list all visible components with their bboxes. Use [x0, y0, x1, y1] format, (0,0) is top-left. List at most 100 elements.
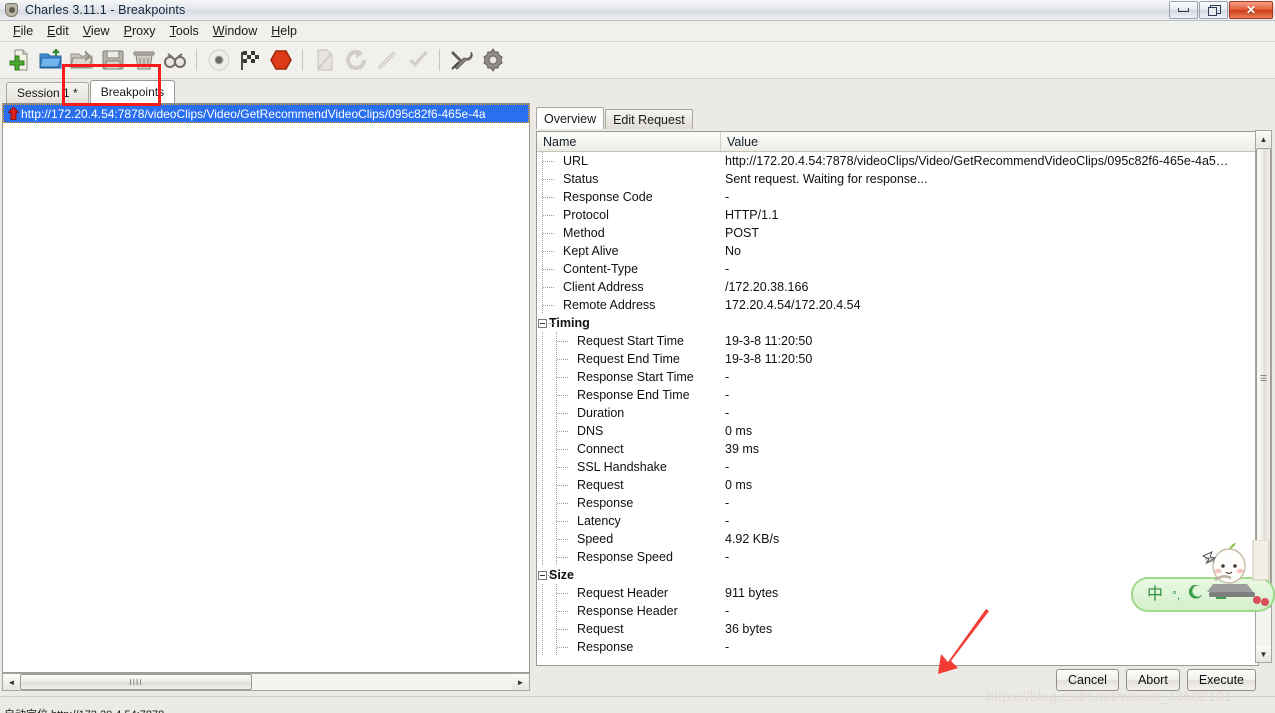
settings-gear-icon[interactable] — [478, 45, 507, 75]
row-name-label: Duration — [577, 406, 625, 420]
find-icon[interactable] — [160, 45, 189, 75]
menu-item-help[interactable]: Help — [264, 23, 304, 39]
table-row[interactable]: Connect 39 ms — [537, 440, 1258, 458]
row-name-label: SSL Handshake — [577, 460, 667, 474]
record-icon — [204, 45, 233, 75]
cancel-button[interactable]: Cancel — [1056, 668, 1119, 691]
menu-item-window[interactable]: Window — [206, 23, 264, 39]
ime-skin-shirt-icon[interactable] — [1213, 585, 1229, 604]
row-name-label: Request End Time — [577, 352, 680, 366]
table-row[interactable]: Response Code - — [537, 188, 1258, 206]
row-value-label: /172.20.38.166 — [725, 280, 809, 294]
row-name-label: Content-Type — [563, 262, 639, 276]
table-row[interactable]: Protocol HTTP/1.1 — [537, 206, 1258, 224]
session-tab-session-1[interactable]: Session 1 * — [6, 82, 89, 103]
table-row[interactable]: SSL Handshake - — [537, 458, 1258, 476]
tree-indent — [537, 422, 577, 440]
ime-mode-icon[interactable]: 中 — [1147, 586, 1163, 603]
clear-session-icon[interactable] — [129, 45, 158, 75]
table-row[interactable]: Status Sent request. Waiting for response… — [537, 170, 1258, 188]
table-row[interactable]: Request End Time 19-3-8 11:20:50 — [537, 350, 1258, 368]
execute-button[interactable]: Execute — [1186, 668, 1256, 691]
row-name-label: Response — [577, 640, 634, 654]
tree-indent — [537, 404, 577, 422]
table-row[interactable]: Timing — [537, 314, 1258, 332]
left-horizontal-scrollbar[interactable]: ◄ IIII ► — [2, 673, 530, 691]
menu-item-edit[interactable]: Edit — [40, 23, 76, 39]
table-row[interactable]: Remote Address 172.20.4.54/172.20.4.54 — [537, 296, 1258, 314]
ime-toolbar[interactable]: 中 °, — [1131, 577, 1275, 612]
vscroll-thumb[interactable]: ☰ — [1256, 148, 1271, 608]
tree-indent — [537, 224, 563, 242]
collapse-expander-icon[interactable] — [538, 319, 547, 328]
import-session-icon[interactable] — [67, 45, 96, 75]
hscroll-thumb[interactable]: IIII — [20, 674, 252, 690]
column-header-value: Value — [721, 132, 1258, 151]
table-row[interactable]: Duration - — [537, 404, 1258, 422]
abort-button[interactable]: Abort — [1125, 668, 1180, 691]
scroll-left-icon[interactable]: ◄ — [3, 674, 20, 690]
tree-indent — [537, 350, 577, 368]
table-row[interactable]: Method POST — [537, 224, 1258, 242]
throttle-icon[interactable] — [235, 45, 264, 75]
ime-moon-icon[interactable] — [1189, 584, 1204, 604]
menu-item-tools[interactable]: Tools — [163, 23, 206, 39]
tree-indent — [537, 530, 577, 548]
table-row[interactable]: Speed 4.92 KB/s — [537, 530, 1258, 548]
close-button[interactable]: ✕ — [1229, 1, 1273, 19]
table-row[interactable]: DNS 0 ms — [537, 422, 1258, 440]
new-session-icon[interactable] — [5, 45, 34, 75]
window-title: Charles 3.11.1 - Breakpoints — [25, 3, 186, 17]
row-value-label: http://172.20.4.54:7878/videoClips/Video… — [725, 154, 1229, 168]
collapse-expander-icon[interactable] — [538, 571, 547, 580]
tree-indent — [537, 476, 577, 494]
row-name-label: Response End Time — [577, 388, 690, 402]
table-row[interactable]: URL http://172.20.4.54:7878/videoClips/Vi… — [537, 152, 1258, 170]
request-list-panel[interactable]: http://172.20.4.54:7878/videoClips/Video… — [2, 103, 530, 673]
scroll-up-icon[interactable]: ▲ — [1256, 131, 1271, 147]
tree-indent — [537, 188, 563, 206]
scroll-right-icon[interactable]: ► — [512, 674, 529, 690]
table-header-row: Name Value — [537, 132, 1258, 152]
tree-indent — [537, 512, 577, 530]
hscroll-track[interactable]: IIII — [20, 674, 512, 690]
table-row[interactable]: Content-Type - — [537, 260, 1258, 278]
table-row[interactable]: Response End Time - — [537, 386, 1258, 404]
table-row[interactable]: Kept Alive No — [537, 242, 1258, 260]
session-tab-breakpoints[interactable]: Breakpoints — [89, 80, 176, 103]
table-row[interactable]: Response Start Time - — [537, 368, 1258, 386]
save-session-icon[interactable] — [98, 45, 127, 75]
table-row[interactable]: Latency - — [537, 512, 1258, 530]
compose-icon — [310, 45, 339, 75]
table-row[interactable]: Response - — [537, 494, 1258, 512]
minimize-button[interactable] — [1169, 1, 1198, 19]
table-row[interactable]: Client Address/172.20.38.166 — [537, 278, 1258, 296]
title-bar: Charles 3.11.1 - Breakpoints ✕ — [0, 0, 1275, 21]
row-name-label: Response — [577, 496, 634, 510]
tools-icon[interactable] — [447, 45, 476, 75]
restore-icon — [1208, 5, 1221, 16]
row-name-label: Response Speed — [577, 550, 673, 564]
tab-overview[interactable]: Overview — [536, 107, 605, 129]
table-row[interactable]: Response Speed - — [537, 548, 1258, 566]
row-name-label: Speed — [577, 532, 614, 546]
row-value-label: - — [725, 460, 730, 474]
restore-button[interactable] — [1199, 1, 1228, 19]
table-row[interactable]: Request Start Time 19-3-8 11:20:50 — [537, 332, 1258, 350]
tree-indent — [537, 566, 555, 584]
table-row[interactable]: Request 0 ms — [537, 476, 1258, 494]
table-row[interactable]: Request 36 bytes — [537, 620, 1258, 638]
open-session-icon[interactable] — [36, 45, 65, 75]
menu-item-file[interactable]: File — [6, 23, 40, 39]
table-row[interactable]: Response - — [537, 638, 1258, 656]
menu-item-proxy[interactable]: Proxy — [117, 23, 163, 39]
row-value-label: - — [725, 496, 730, 510]
row-value-label: - — [725, 406, 730, 420]
row-value-label: Sent request. Waiting for response... — [725, 172, 928, 186]
ime-punct-icon[interactable]: °, — [1172, 589, 1180, 601]
scroll-down-icon[interactable]: ▼ — [1256, 646, 1271, 662]
tab-edit-request[interactable]: Edit Request — [605, 109, 693, 129]
breakpoints-stop-icon[interactable] — [266, 45, 295, 75]
menu-item-view[interactable]: View — [76, 23, 117, 39]
list-item[interactable]: http://172.20.4.54:7878/videoClips/Video… — [3, 104, 529, 123]
